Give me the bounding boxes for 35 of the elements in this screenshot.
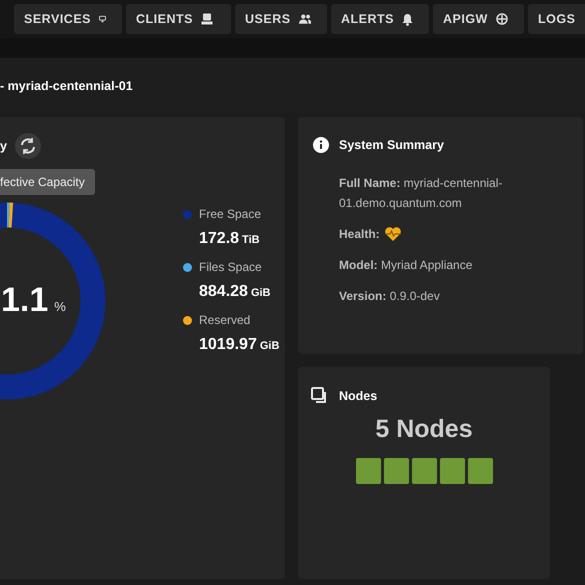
nav-tab[interactable]: APIGW: [433, 4, 524, 34]
panel-title: Nodes: [339, 389, 378, 403]
legend-unit: GiB: [250, 287, 270, 299]
page-title: - myriad-centennial-01: [0, 78, 133, 92]
info-icon: [313, 137, 329, 153]
laptop-icon: [200, 13, 213, 25]
legend-label: Files Space: [199, 260, 262, 274]
crosshair-icon: [496, 13, 508, 25]
legend-unit: TiB: [242, 234, 260, 246]
nav-tab[interactable]: USERS: [235, 4, 327, 34]
copy-icon: [311, 387, 329, 405]
panel-title: y: [0, 139, 7, 153]
legend-value: 884.28: [199, 283, 248, 301]
nav-tab[interactable]: CLIENTS: [126, 4, 231, 34]
node-count: 5 Nodes: [374, 415, 474, 444]
tooltip: fective Capacity: [0, 169, 95, 195]
percent-unit: %: [54, 299, 66, 314]
nav-tab[interactable]: ALERTS: [331, 4, 429, 34]
bell-icon: [402, 12, 413, 26]
nav-tab[interactable]: LOGS: [528, 4, 585, 34]
legend-label: Reserved: [199, 313, 250, 327]
nav-tab[interactable]: SERVICES: [14, 4, 122, 34]
monitor-icon: [99, 13, 106, 25]
summary-label: Health:: [339, 226, 380, 243]
summary-row-text: Version: 0.9.0-dev: [339, 288, 440, 305]
summary-row-text: Model: Myriad Appliance: [339, 257, 472, 274]
legend-unit: GiB: [260, 340, 280, 352]
legend-value: 1019.97: [199, 336, 257, 354]
refresh-icon[interactable]: [14, 133, 41, 159]
panel-title: System Summary: [339, 138, 444, 152]
users-icon: [298, 14, 311, 24]
percent-value: 1.1: [1, 281, 48, 320]
legend-value: 172.8: [199, 230, 240, 248]
summary-row-text: Full Name: myriad-centennial-01.demo.quantum.com: [339, 175, 504, 212]
legend-label: Free Space: [199, 207, 262, 221]
